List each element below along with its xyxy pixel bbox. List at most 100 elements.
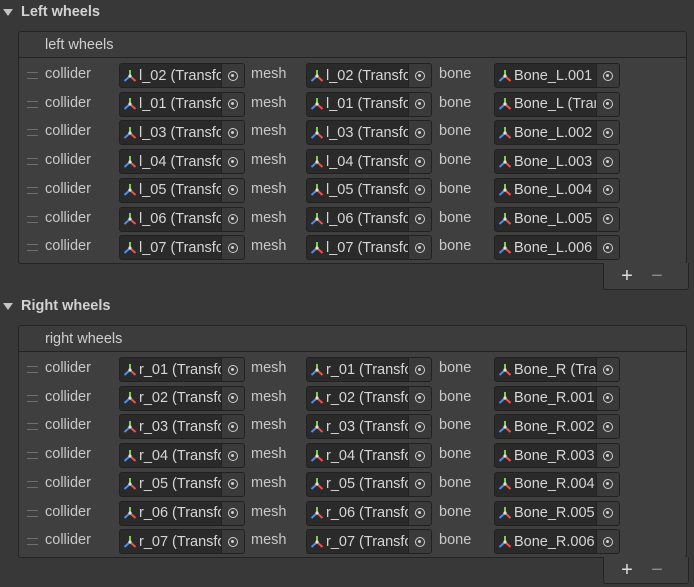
object-picker-button[interactable] bbox=[221, 178, 244, 202]
drag-handle-icon[interactable] bbox=[27, 538, 38, 546]
object-picker-button[interactable] bbox=[596, 150, 619, 174]
bone-field[interactable]: Bone_L.005 (Transform) bbox=[494, 206, 620, 232]
object-picker-button[interactable] bbox=[596, 358, 619, 381]
mesh-field[interactable]: l_03 (Transform) bbox=[306, 120, 432, 146]
collider-field[interactable]: r_07 (Transform) bbox=[119, 529, 245, 555]
object-picker-button[interactable] bbox=[596, 415, 619, 439]
collider-field[interactable]: l_07 (Transform) bbox=[119, 235, 245, 261]
mesh-field[interactable]: r_07 (Transform) bbox=[306, 529, 432, 555]
bone-field[interactable]: Bone_L.004 (Transform) bbox=[494, 177, 620, 203]
bone-field[interactable]: Bone_R.006 (Transform) bbox=[494, 529, 620, 555]
object-picker-button[interactable] bbox=[408, 64, 431, 87]
add-item-button[interactable]: + bbox=[612, 266, 642, 286]
bone-field[interactable]: Bone_R.001 (Transform) bbox=[494, 385, 620, 411]
drag-handle-icon[interactable] bbox=[27, 366, 38, 373]
collider-field[interactable]: l_01 (Transform) bbox=[119, 91, 245, 117]
object-picker-button[interactable] bbox=[596, 386, 619, 410]
object-picker-button[interactable] bbox=[408, 444, 431, 468]
mesh-field[interactable]: l_07 (Transform) bbox=[306, 235, 432, 261]
mesh-field[interactable]: l_05 (Transform) bbox=[306, 177, 432, 203]
collider-field[interactable]: r_05 (Transform) bbox=[119, 471, 245, 497]
add-item-button[interactable]: + bbox=[612, 560, 642, 580]
mesh-field[interactable]: r_05 (Transform) bbox=[306, 471, 432, 497]
object-picker-button[interactable] bbox=[221, 236, 244, 260]
left-wheels-foldout[interactable]: Left wheels bbox=[0, 0, 694, 24]
object-picker-button[interactable] bbox=[596, 178, 619, 202]
right-wheels-foldout[interactable]: Right wheels bbox=[0, 294, 694, 318]
object-picker-button[interactable] bbox=[408, 150, 431, 174]
object-picker-button[interactable] bbox=[596, 530, 619, 554]
object-picker-button[interactable] bbox=[221, 530, 244, 554]
object-picker-button[interactable] bbox=[408, 501, 431, 525]
drag-handle-icon[interactable] bbox=[27, 186, 38, 194]
list-header[interactable]: right wheels bbox=[19, 326, 686, 352]
bone-field[interactable]: Bone_R.003 (Transform) bbox=[494, 443, 620, 469]
object-picker-button[interactable] bbox=[221, 121, 244, 145]
mesh-field[interactable]: l_04 (Transform) bbox=[306, 149, 432, 175]
bone-field[interactable]: Bone_R (Transform) bbox=[494, 357, 620, 382]
object-picker-button[interactable] bbox=[221, 501, 244, 525]
object-picker-button[interactable] bbox=[408, 386, 431, 410]
drag-handle-icon[interactable] bbox=[27, 244, 38, 252]
object-picker-button[interactable] bbox=[408, 92, 431, 116]
object-picker-button[interactable] bbox=[221, 415, 244, 439]
bone-field[interactable]: Bone_L (Transform) bbox=[494, 91, 620, 117]
bone-field[interactable]: Bone_R.004 (Transform) bbox=[494, 471, 620, 497]
mesh-field[interactable]: r_06 (Transform) bbox=[306, 500, 432, 526]
object-picker-button[interactable] bbox=[221, 92, 244, 116]
bone-field[interactable]: Bone_L.001 (Transform) bbox=[494, 63, 620, 88]
drag-handle-icon[interactable] bbox=[27, 509, 38, 517]
collider-field[interactable]: l_04 (Transform) bbox=[119, 149, 245, 175]
object-picker-button[interactable] bbox=[596, 121, 619, 145]
drag-handle-icon[interactable] bbox=[27, 129, 38, 137]
remove-item-button[interactable]: − bbox=[642, 560, 672, 580]
bone-field[interactable]: Bone_L.006 (Transform) bbox=[494, 235, 620, 261]
drag-handle-icon[interactable] bbox=[27, 394, 38, 402]
object-picker-button[interactable] bbox=[408, 358, 431, 381]
collider-field[interactable]: r_01 (Transform) bbox=[119, 357, 245, 382]
drag-handle-icon[interactable] bbox=[27, 72, 38, 79]
drag-handle-icon[interactable] bbox=[27, 158, 38, 166]
collider-field[interactable]: r_06 (Transform) bbox=[119, 500, 245, 526]
collider-field[interactable]: l_03 (Transform) bbox=[119, 120, 245, 146]
object-picker-button[interactable] bbox=[408, 207, 431, 231]
collider-field[interactable]: r_02 (Transform) bbox=[119, 385, 245, 411]
object-picker-button[interactable] bbox=[221, 150, 244, 174]
collider-field[interactable]: l_06 (Transform) bbox=[119, 206, 245, 232]
bone-field[interactable]: Bone_R.005 (Transform) bbox=[494, 500, 620, 526]
object-picker-button[interactable] bbox=[408, 236, 431, 260]
object-picker-button[interactable] bbox=[596, 501, 619, 525]
object-picker-button[interactable] bbox=[596, 236, 619, 260]
object-picker-button[interactable] bbox=[596, 444, 619, 468]
mesh-field[interactable]: l_06 (Transform) bbox=[306, 206, 432, 232]
drag-handle-icon[interactable] bbox=[27, 480, 38, 488]
object-picker-button[interactable] bbox=[221, 386, 244, 410]
bone-field[interactable]: Bone_R.002 (Transform) bbox=[494, 414, 620, 440]
object-picker-button[interactable] bbox=[596, 92, 619, 116]
drag-handle-icon[interactable] bbox=[27, 423, 38, 431]
collider-field[interactable]: r_04 (Transform) bbox=[119, 443, 245, 469]
collider-field[interactable]: r_03 (Transform) bbox=[119, 414, 245, 440]
mesh-field[interactable]: r_03 (Transform) bbox=[306, 414, 432, 440]
mesh-field[interactable]: r_01 (Transform) bbox=[306, 357, 432, 382]
object-picker-button[interactable] bbox=[596, 207, 619, 231]
object-picker-button[interactable] bbox=[221, 358, 244, 381]
collider-field[interactable]: l_02 (Transform) bbox=[119, 63, 245, 88]
object-picker-button[interactable] bbox=[408, 472, 431, 496]
collider-field[interactable]: l_05 (Transform) bbox=[119, 177, 245, 203]
object-picker-button[interactable] bbox=[221, 472, 244, 496]
object-picker-button[interactable] bbox=[221, 64, 244, 87]
mesh-field[interactable]: r_04 (Transform) bbox=[306, 443, 432, 469]
drag-handle-icon[interactable] bbox=[27, 452, 38, 460]
list-header[interactable]: left wheels bbox=[19, 32, 686, 58]
object-picker-button[interactable] bbox=[596, 472, 619, 496]
mesh-field[interactable]: r_02 (Transform) bbox=[306, 385, 432, 411]
object-picker-button[interactable] bbox=[408, 121, 431, 145]
bone-field[interactable]: Bone_L.003 (Transform) bbox=[494, 149, 620, 175]
bone-field[interactable]: Bone_L.002 (Transform) bbox=[494, 120, 620, 146]
mesh-field[interactable]: l_02 (Transform) bbox=[306, 63, 432, 88]
remove-item-button[interactable]: − bbox=[642, 266, 672, 286]
object-picker-button[interactable] bbox=[408, 415, 431, 439]
mesh-field[interactable]: l_01 (Transform) bbox=[306, 91, 432, 117]
object-picker-button[interactable] bbox=[596, 64, 619, 87]
